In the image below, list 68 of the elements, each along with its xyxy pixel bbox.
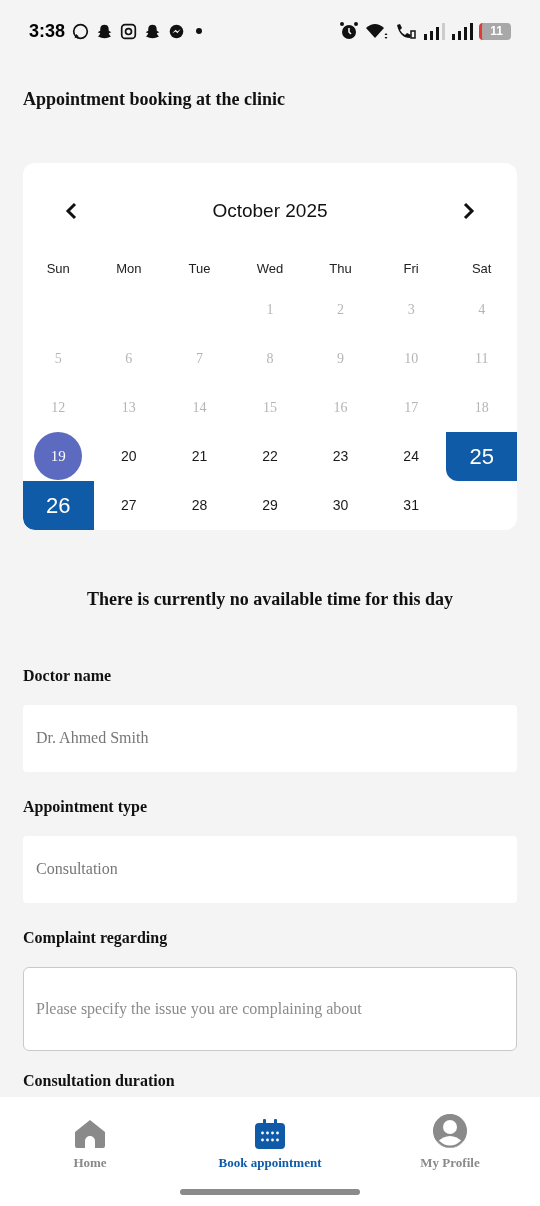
calendar-day: 11 xyxy=(474,347,489,369)
calendar-day: 3 xyxy=(407,298,415,320)
calendar-day: 8 xyxy=(266,347,274,369)
calendar-day[interactable]: 21 xyxy=(191,445,208,467)
month-title: October 2025 xyxy=(212,199,328,223)
calendar-day: 1 xyxy=(266,298,274,320)
today-day[interactable]: 19 xyxy=(34,432,83,480)
messenger-icon xyxy=(168,22,186,40)
calendar-day: 10 xyxy=(404,347,419,369)
selected-day[interactable]: 25 xyxy=(446,431,517,481)
calendar-day: 16 xyxy=(333,396,348,418)
weekday-label: Fri xyxy=(403,259,419,278)
weekday-label: Thu xyxy=(329,259,352,278)
calendar-day: 2 xyxy=(337,298,345,320)
chevron-right-icon xyxy=(463,202,475,221)
battery-indicator: 11 xyxy=(479,22,511,40)
calendar-day[interactable]: 30 xyxy=(332,494,349,516)
wifi-icon xyxy=(365,22,389,40)
field-label: Complaint regarding xyxy=(23,927,169,949)
calendar-day[interactable]: 20 xyxy=(121,445,137,467)
calendar-day: 15 xyxy=(263,396,277,418)
ghost-icon xyxy=(96,22,114,40)
wifi-call-icon xyxy=(395,22,417,40)
calendar-day: 4 xyxy=(478,298,486,320)
calendar-day: 12 xyxy=(51,396,66,418)
field-label: Appointment type xyxy=(23,796,148,818)
input-field[interactable]: Please specify the issue you are complaining about xyxy=(23,966,517,1051)
calendar-day[interactable]: 27 xyxy=(121,494,137,516)
availability-message: There is currently no available time for this day xyxy=(86,587,454,611)
page-title: Appointment booking at the clinic xyxy=(23,88,287,111)
clock-time: 3:38 xyxy=(29,19,66,43)
text-field[interactable]: Dr. Ahmed Smith xyxy=(23,704,517,772)
calendar-day[interactable]: 23 xyxy=(332,445,349,467)
dot-icon xyxy=(196,28,203,34)
nav-tab[interactable]: My Profile xyxy=(360,1111,540,1173)
calendar-day[interactable]: 31 xyxy=(403,494,419,516)
calendar-day[interactable]: 24 xyxy=(403,445,419,467)
home-icon xyxy=(74,1119,106,1149)
calendar-day: 9 xyxy=(337,347,345,369)
alarm-clock-icon xyxy=(339,21,359,41)
calendar-day: 7 xyxy=(195,347,203,369)
calendar-day: 14 xyxy=(192,396,207,418)
calendar-day: 17 xyxy=(404,396,419,418)
calendar-day: 6 xyxy=(125,347,133,369)
calendar-day[interactable]: 29 xyxy=(262,494,278,516)
calendar-icon xyxy=(255,1119,285,1149)
field-label: Doctor name xyxy=(23,665,113,686)
calendar-day: 5 xyxy=(54,347,62,369)
signal-icon xyxy=(423,22,445,40)
signal-icon xyxy=(451,22,473,40)
weekday-label: Sat xyxy=(471,259,492,278)
nav-tab[interactable]: Book appointment xyxy=(180,1111,360,1173)
calendar-day[interactable]: 22 xyxy=(262,445,278,467)
weekday-label: Tue xyxy=(188,259,211,278)
text-field[interactable]: Consultation xyxy=(23,835,517,903)
profile-icon xyxy=(432,1113,468,1149)
weekday-label: Wed xyxy=(256,259,284,278)
weekday-label: Sun xyxy=(46,259,70,278)
chevron-left-icon xyxy=(65,202,77,221)
chat-bubble-icon xyxy=(72,22,90,40)
selected-day[interactable]: 26 xyxy=(23,480,94,530)
ghost-icon xyxy=(144,22,162,40)
calendar-day[interactable]: 28 xyxy=(191,494,208,516)
field-label: Consultation duration xyxy=(23,1071,176,1090)
calendar-day: 18 xyxy=(474,396,489,418)
camera-icon xyxy=(120,22,138,40)
calendar-day: 13 xyxy=(121,396,136,418)
weekday-label: Mon xyxy=(116,259,142,278)
